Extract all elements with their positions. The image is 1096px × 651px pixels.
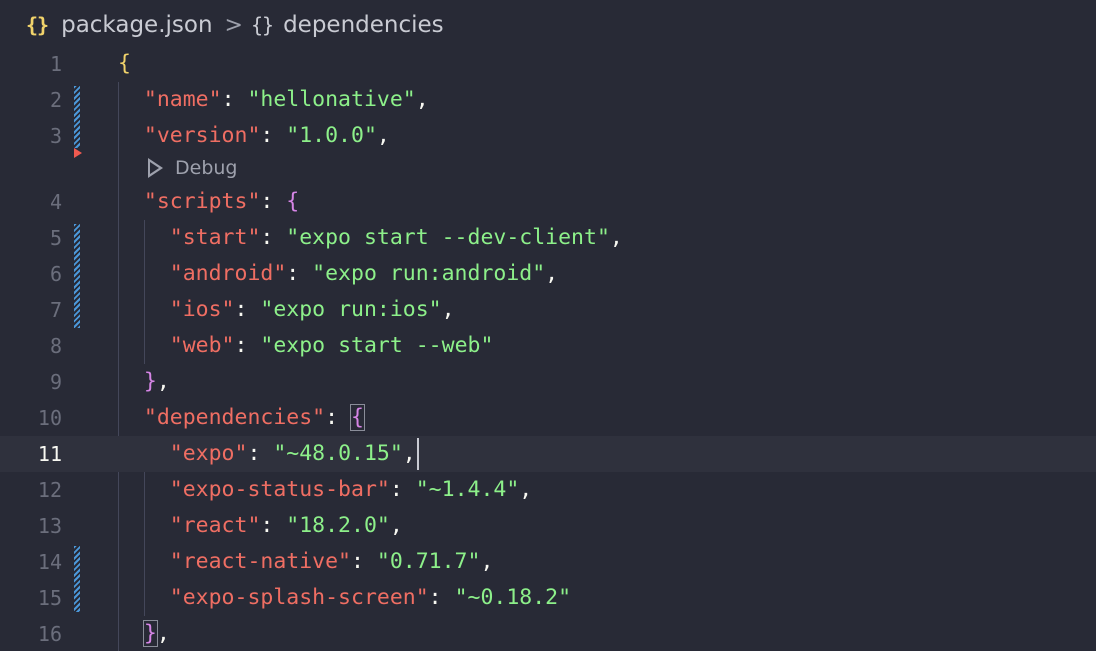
- code-text: "expo-splash-screen": "~0.18.2": [169, 585, 572, 610]
- debug-codelens[interactable]: Debug: [148, 152, 237, 184]
- line-number: 13: [37, 514, 62, 538]
- play-icon: [148, 158, 163, 178]
- code-line[interactable]: 6 "android": "expo run:android",: [0, 256, 1096, 292]
- line-number: 11: [37, 442, 62, 466]
- code-line[interactable]: 7 "ios": "expo run:ios",: [0, 292, 1096, 328]
- code-text: "web": "expo start --web": [169, 333, 494, 358]
- json-file-icon: {}: [26, 13, 49, 37]
- breadcrumb: {} package.json > {} dependencies: [0, 0, 1096, 50]
- code-editor[interactable]: {} package.json > {} dependencies 1 { 2 …: [0, 0, 1096, 651]
- code-text: },: [143, 369, 170, 394]
- code-text: },: [142, 620, 170, 647]
- code-line[interactable]: 8 "web": "expo start --web": [0, 328, 1096, 364]
- line-number: 2: [49, 88, 62, 112]
- code-text: {: [118, 51, 131, 76]
- code-line[interactable]: 12 "expo-status-bar": "~1.4.4",: [0, 472, 1096, 508]
- code-line[interactable]: 15 "expo-splash-screen": "~0.18.2": [0, 580, 1096, 616]
- code-text: "expo": "~48.0.15",: [118, 436, 419, 472]
- code-text: "version": "1.0.0",: [143, 123, 390, 148]
- breadcrumb-symbol[interactable]: dependencies: [283, 12, 444, 38]
- code-line[interactable]: 2 "name": "hellonative",: [0, 82, 1096, 118]
- code-line[interactable]: 10 "dependencies": {: [0, 400, 1096, 436]
- line-number: 1: [49, 52, 62, 76]
- line-number: 14: [37, 550, 62, 574]
- line-number: 3: [49, 124, 62, 148]
- code-text: "name": "hellonative",: [143, 87, 429, 112]
- code-line[interactable]: 1 {: [0, 46, 1096, 82]
- code-line[interactable]: 13 "react": "18.2.0",: [0, 508, 1096, 544]
- line-number: 10: [37, 406, 62, 430]
- code-line-current[interactable]: 11 "expo": "~48.0.15",: [0, 436, 1096, 472]
- code-line[interactable]: 9 },: [0, 364, 1096, 400]
- line-number: 4: [49, 190, 62, 214]
- line-number: 8: [49, 334, 62, 358]
- line-number: 5: [49, 226, 62, 250]
- code-line[interactable]: 14 "react-native": "0.71.7",: [0, 544, 1096, 580]
- code-line[interactable]: 16 },: [0, 616, 1096, 651]
- line-number: 9: [49, 370, 62, 394]
- text-cursor: [416, 438, 419, 470]
- object-symbol-icon: {}: [250, 13, 274, 37]
- line-number: 12: [37, 478, 62, 502]
- code-text: "react-native": "0.71.7",: [169, 549, 494, 574]
- code-line[interactable]: 3 "version": "1.0.0",: [0, 118, 1096, 154]
- line-number: 15: [37, 586, 62, 610]
- code-text: "start": "expo start --dev-client",: [169, 225, 623, 250]
- code-text: "react": "18.2.0",: [169, 513, 403, 538]
- code-text: "ios": "expo run:ios",: [169, 297, 455, 322]
- code-line[interactable]: 5 "start": "expo start --dev-client",: [0, 220, 1096, 256]
- code-text: "scripts": {: [143, 189, 300, 214]
- line-number: 16: [37, 622, 62, 646]
- code-text: "android": "expo run:android",: [169, 261, 559, 286]
- code-line[interactable]: 4 "scripts": {: [0, 184, 1096, 220]
- line-number: 7: [49, 298, 62, 322]
- debug-label: Debug: [175, 157, 238, 179]
- code-text: "dependencies": {: [143, 404, 365, 431]
- line-number: 6: [49, 262, 62, 286]
- breadcrumb-file[interactable]: package.json: [61, 12, 212, 38]
- chevron-right-icon: >: [224, 12, 243, 38]
- code-text: "expo-status-bar": "~1.4.4",: [169, 477, 533, 502]
